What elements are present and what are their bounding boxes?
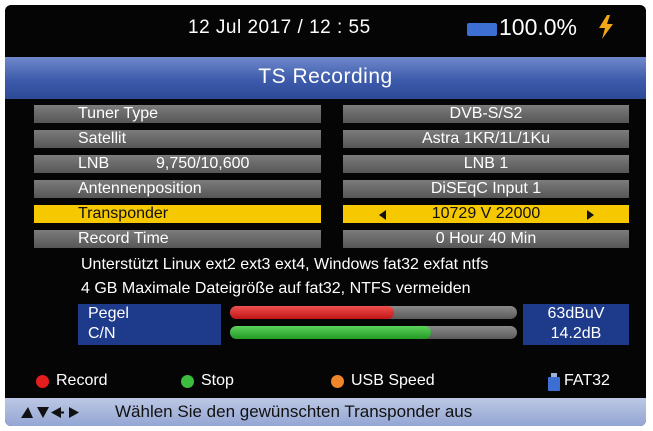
- signal-values-box: 63dBuV 14.2dB: [523, 304, 629, 345]
- setting-label-cell: Record Time: [34, 230, 321, 248]
- info-file-size-warning: 4 GB Maximale Dateigröße auf fat32, NTFS…: [81, 280, 471, 297]
- help-text: Wählen Sie den gewünschten Transponder a…: [115, 402, 473, 421]
- info-filesystem-support: Unterstützt Linux ext2 ext3 ext4, Window…: [81, 256, 489, 273]
- legend-record-label: Record: [56, 372, 108, 389]
- setting-label-cell: Tuner Type: [34, 105, 321, 123]
- setting-row-lnb[interactable]: LNB 9,750/10,600 LNB 1: [5, 155, 646, 173]
- setting-label: Record Time: [78, 230, 169, 247]
- battery-percentage: 100.0%: [499, 14, 578, 40]
- setting-value: 10729 V 22000: [431, 205, 541, 222]
- setting-label-cell: Transponder: [34, 205, 321, 223]
- cn-value: 14.2dB: [550, 325, 602, 342]
- green-button-icon: [181, 375, 194, 388]
- signal-labels-box: Pegel C/N: [78, 304, 221, 345]
- cn-bar: [230, 326, 517, 339]
- setting-row-tuner-type[interactable]: Tuner Type DVB-S/S2: [5, 105, 646, 123]
- battery-icon: [467, 23, 497, 36]
- setting-label: Satellit: [78, 130, 127, 147]
- page-title: TS Recording: [258, 65, 393, 88]
- lnb-frequency: 9,750/10,600: [156, 155, 250, 172]
- arrow-left-icon[interactable]: [379, 210, 386, 220]
- setting-label-cell: LNB 9,750/10,600: [34, 155, 321, 173]
- setting-row-transponder[interactable]: Transponder 10729 V 22000: [5, 205, 646, 223]
- setting-value[interactable]: DVB-S/S2: [343, 105, 629, 123]
- pegel-label: Pegel: [88, 305, 129, 322]
- setting-label-cell: Antennenposition: [34, 180, 321, 198]
- setting-label: Antennenposition: [78, 180, 202, 197]
- navigation-arrows-icon: [21, 407, 79, 418]
- legend-usb-speed-label: USB Speed: [351, 372, 435, 389]
- lightning-bolt-icon: [599, 15, 613, 39]
- status-bar: 12 Jul 2017 / 12 : 55 100.0%: [5, 5, 646, 51]
- help-footer: Wählen Sie den gewünschten Transponder a…: [5, 398, 646, 426]
- title-bar: TS Recording: [5, 57, 646, 99]
- setting-value[interactable]: 0 Hour 40 Min: [343, 230, 629, 248]
- legend-fat32-label: FAT32: [564, 372, 610, 389]
- date-time: 12 Jul 2017 / 12 : 55: [188, 17, 371, 38]
- legend-stop-label: Stop: [201, 372, 234, 389]
- setting-value[interactable]: LNB 1: [343, 155, 629, 173]
- pegel-value: 63dBuV: [547, 305, 605, 322]
- pegel-bar: [230, 306, 517, 319]
- setting-row-antennenposition[interactable]: Antennenposition DiSEqC Input 1: [5, 180, 646, 198]
- setting-value[interactable]: Astra 1KR/1L/1Ku: [343, 130, 629, 148]
- red-button-icon: [36, 375, 49, 388]
- tv-screen: 12 Jul 2017 / 12 : 55 100.0% TS Recordin…: [5, 5, 646, 426]
- usb-drive-icon: [548, 373, 560, 391]
- pegel-bar-fill: [230, 306, 394, 319]
- cn-bar-fill: [230, 326, 431, 339]
- setting-label: Transponder: [78, 205, 169, 222]
- setting-label: Tuner Type: [78, 105, 159, 122]
- arrow-right-icon[interactable]: [587, 210, 594, 220]
- setting-label-cell: Satellit: [34, 130, 321, 148]
- setting-value[interactable]: DiSEqC Input 1: [343, 180, 629, 198]
- setting-label: LNB: [78, 155, 110, 172]
- setting-row-satellit[interactable]: Satellit Astra 1KR/1L/1Ku: [5, 130, 646, 148]
- transponder-selector[interactable]: 10729 V 22000: [343, 205, 629, 223]
- orange-button-icon: [331, 375, 344, 388]
- cn-label: C/N: [88, 325, 116, 342]
- setting-row-record-time[interactable]: Record Time 0 Hour 40 Min: [5, 230, 646, 248]
